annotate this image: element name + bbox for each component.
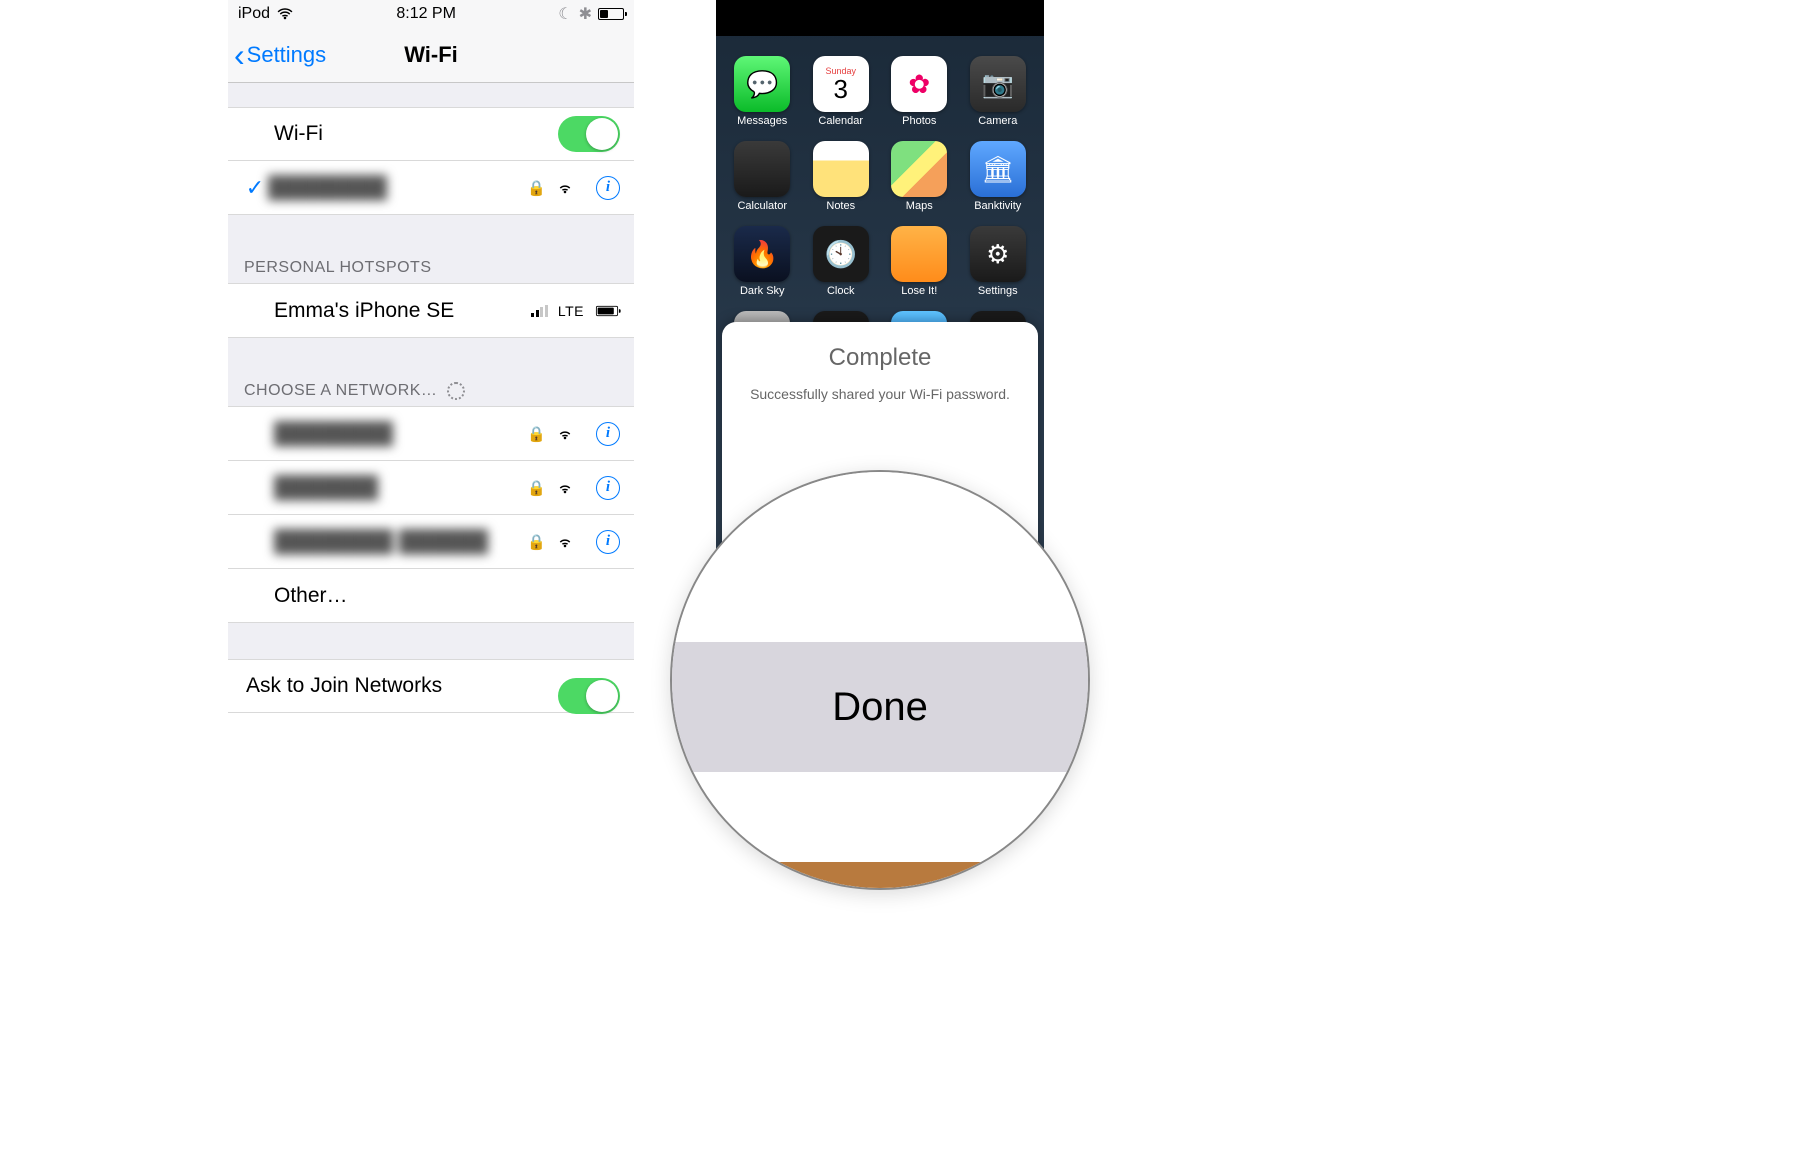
app-icon [891,141,947,197]
app-maps[interactable]: Maps [884,141,954,212]
status-bar: iPod 8:12 PM ☾ ✱ [228,0,634,28]
wifi-signal-icon [556,481,574,495]
app-icon: ⚙ [970,226,1026,282]
network-row[interactable]: ████████ ██████ 🔒 i [228,515,634,569]
app-calendar[interactable]: Sunday3 Calendar [806,56,876,127]
wifi-icon [276,7,294,21]
settings-wifi-screen: iPod 8:12 PM ☾ ✱ ‹ Settings Wi-Fi Wi-Fi … [228,0,634,713]
status-time: 8:12 PM [396,5,456,23]
nav-bar: ‹ Settings Wi-Fi [228,28,634,83]
lock-icon: 🔒 [527,179,546,197]
ask-join-label: Ask to Join Networks [246,674,442,698]
done-button-magnified[interactable]: Done [672,642,1088,772]
app-label: Notes [806,200,876,212]
app-label: Lose It! [884,285,954,297]
info-icon[interactable]: i [596,176,620,200]
app-calculator[interactable]: Calculator [727,141,797,212]
connected-network-row[interactable]: ✓ ████████ 🔒 i [228,161,634,215]
app-label: Photos [884,115,954,127]
nav-back-label: Settings [247,42,327,68]
app-label: Calculator [727,200,797,212]
app-icon: ✿ [891,56,947,112]
app-label: Clock [806,285,876,297]
lock-icon: 🔒 [527,533,546,551]
hotspot-row[interactable]: Emma's iPhone SE LTE [228,284,634,338]
hotspot-battery-icon [596,305,618,315]
checkmark-icon: ✓ [242,175,268,201]
app-dark-sky[interactable]: 🔥 Dark Sky [727,226,797,297]
network-row[interactable]: ████████ 🔒 i [228,407,634,461]
app-label: Settings [963,285,1033,297]
app-messages[interactable]: 💬 Messages [727,56,797,127]
section-header-choose: CHOOSE A NETWORK… [228,338,634,407]
bluetooth-icon: ✱ [579,4,592,24]
ask-join-toggle[interactable] [558,678,620,714]
wifi-toggle[interactable] [558,116,620,152]
connected-network-name: ████████ [268,176,387,200]
section-header-hotspots-label: PERSONAL HOTSPOTS [244,259,432,277]
status-bar-black [716,0,1044,36]
app-notes[interactable]: Notes [806,141,876,212]
app-label: Banktivity [963,200,1033,212]
app-icon: 🕙 [813,226,869,282]
other-label: Other… [274,584,348,608]
chevron-left-icon: ‹ [234,39,245,71]
app-icon [734,141,790,197]
app-label: Maps [884,200,954,212]
lock-icon: 🔒 [527,479,546,497]
app-camera[interactable]: 📷 Camera [963,56,1033,127]
app-clock[interactable]: 🕙 Clock [806,226,876,297]
info-icon[interactable]: i [596,476,620,500]
battery-icon [598,8,624,20]
app-photos[interactable]: ✿ Photos [884,56,954,127]
cellular-signal-icon [531,305,548,317]
wifi-signal-icon [556,427,574,441]
other-network-row[interactable]: Other… [228,569,634,623]
app-icon [813,141,869,197]
app-label: Camera [963,115,1033,127]
info-icon[interactable]: i [596,422,620,446]
sheet-title: Complete [829,344,932,372]
lock-icon: 🔒 [527,425,546,443]
section-header-hotspots: PERSONAL HOTSPOTS [228,215,634,284]
network-name: ███████ [274,476,378,500]
network-name: ████████ ██████ [274,530,488,554]
sheet-subtitle: Successfully shared your Wi-Fi password. [750,386,1010,402]
app-label: Dark Sky [727,285,797,297]
ask-join-row: Ask to Join Networks [228,659,634,713]
wifi-signal-icon [556,181,574,195]
app-settings[interactable]: ⚙ Settings [963,226,1033,297]
app-lose-it-[interactable]: Lose It! [884,226,954,297]
info-icon[interactable]: i [596,530,620,554]
cellular-type: LTE [558,303,584,319]
wifi-toggle-row: Wi-Fi [228,107,634,161]
nav-title: Wi-Fi [404,42,458,68]
device-label: iPod [238,5,270,23]
dnd-icon: ☾ [558,4,572,24]
wifi-toggle-label: Wi-Fi [274,122,323,146]
app-label: Messages [727,115,797,127]
network-row[interactable]: ███████ 🔒 i [228,461,634,515]
app-grid: 💬 Messages Sunday3 Calendar ✿ Photos 📷 Camera Ca… [716,36,1044,370]
network-name: ████████ [274,422,393,446]
spinner-icon [447,382,465,400]
app-icon [891,226,947,282]
app-icon: 📷 [970,56,1026,112]
app-banktivity[interactable]: 🏛 Banktivity [963,141,1033,212]
app-icon: 💬 [734,56,790,112]
app-label: Calendar [806,115,876,127]
app-icon: Sunday3 [813,56,869,112]
section-header-choose-label: CHOOSE A NETWORK… [244,382,437,400]
wifi-signal-icon [556,535,574,549]
nav-back-button[interactable]: ‹ Settings [234,39,326,71]
app-icon: 🏛 [970,141,1026,197]
app-icon: 🔥 [734,226,790,282]
hotspot-name: Emma's iPhone SE [274,299,454,323]
magnifier-circle: Done [670,470,1090,890]
